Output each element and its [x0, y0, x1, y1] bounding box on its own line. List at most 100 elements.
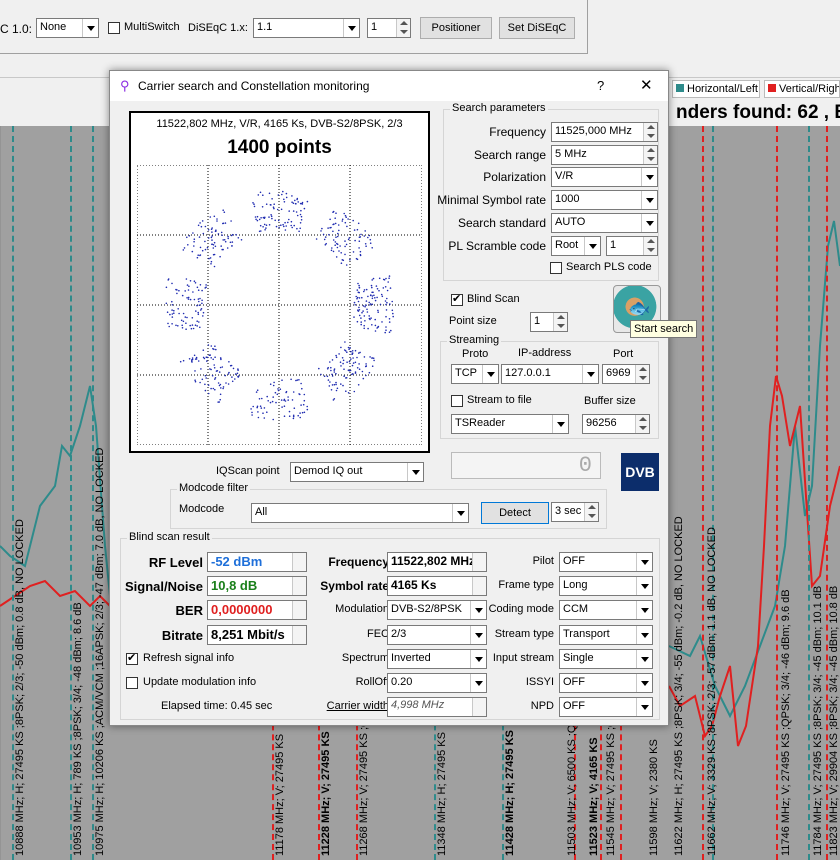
constellation-point [236, 372, 239, 375]
modcode-select[interactable]: All [251, 503, 469, 523]
constellation-point [187, 289, 190, 291]
frame-type-label: Frame type [498, 579, 554, 591]
constellation-point [251, 414, 253, 416]
constellation-point [384, 286, 387, 288]
constellation-point [381, 321, 383, 323]
constellation-point [386, 301, 388, 304]
constellation-point [165, 286, 168, 289]
constellation-point [256, 215, 259, 218]
polarization-select[interactable]: V/R [551, 167, 658, 187]
spin-arrows-icon[interactable] [472, 698, 486, 716]
modulation-select[interactable]: DVB-S2/8PSK [387, 600, 487, 620]
spin-arrows-icon[interactable] [292, 601, 306, 619]
plscramble-spinner[interactable]: 1 [606, 236, 658, 256]
frequency-input[interactable]: 11525,000 MHz [551, 122, 658, 142]
constellation-point [269, 204, 272, 206]
minsr-select[interactable]: 1000 [551, 190, 658, 210]
port-spinner[interactable]: 6969 [602, 364, 650, 384]
constellation-point [197, 313, 200, 316]
detect-seconds-spinner[interactable]: 3 sec [551, 502, 599, 522]
constellation-point [217, 382, 220, 384]
constellation-point [225, 382, 227, 384]
constellation-point [299, 416, 301, 419]
constellation-point [291, 201, 293, 203]
constellation-point [287, 221, 289, 224]
point-size-spinner[interactable]: 1 [530, 312, 568, 332]
constellation-point [330, 389, 333, 391]
standard-select[interactable]: AUTO [551, 213, 658, 233]
spin-arrows-icon[interactable] [643, 123, 657, 141]
multiswitch-checkbox[interactable] [108, 22, 120, 34]
spin-arrows-icon[interactable] [292, 553, 306, 571]
spin-arrows-icon[interactable] [635, 415, 649, 433]
search-pls-checkbox[interactable] [550, 262, 562, 274]
detect-button[interactable]: Detect [481, 502, 549, 524]
constellation-point [171, 300, 173, 303]
constellation-point [214, 230, 217, 233]
buffer-spinner[interactable]: 96256 [582, 414, 650, 434]
stream-type-select[interactable]: Transport [559, 625, 653, 645]
iqscan-select[interactable]: Demod IQ out [290, 462, 424, 482]
constellation-point [371, 291, 373, 294]
reader-select[interactable]: TSReader [451, 414, 569, 434]
constellation-point [361, 311, 363, 314]
blind-scan-checkbox[interactable] [451, 292, 463, 306]
constellation-point [283, 198, 285, 201]
legend-vertical[interactable]: Vertical/Righ [764, 80, 840, 98]
spin-arrows-icon[interactable] [584, 503, 598, 521]
close-icon[interactable]: ✕ [640, 76, 653, 94]
frame-type-select[interactable]: Long [559, 576, 653, 596]
buffer-label: Buffer size [584, 395, 636, 407]
range-input[interactable]: 5 MHz [551, 145, 658, 165]
constellation-panel: 11522,802 MHz, V/R, 4165 Ks, DVB-S2/8PSK… [129, 111, 430, 453]
spin-arrows-icon[interactable] [553, 313, 567, 331]
constellation-point [257, 416, 260, 419]
spin-arrows-icon[interactable] [292, 577, 306, 595]
constellation-point [178, 312, 180, 315]
fec-select[interactable]: 2/3 [387, 625, 487, 645]
spin-arrows-icon[interactable] [635, 365, 649, 383]
plscramble-select[interactable]: Root [551, 236, 601, 256]
constellation-point [282, 190, 284, 193]
spin-arrows-icon[interactable] [292, 626, 306, 644]
constellation-point [276, 393, 279, 396]
proto-select[interactable]: TCP [451, 364, 499, 384]
diseqc1x-spinner[interactable]: 1 [367, 18, 411, 38]
npd-select[interactable]: OFF [559, 697, 653, 717]
spin-arrows-icon[interactable] [396, 19, 410, 37]
constellation-point [367, 295, 369, 298]
help-icon[interactable]: ? [597, 78, 604, 93]
spin-arrows-icon[interactable] [643, 146, 657, 164]
carrier-width-link[interactable]: Carrier width [327, 700, 389, 712]
constellation-point [392, 312, 394, 315]
constellation-point [201, 249, 204, 252]
chevron-down-icon [636, 698, 652, 716]
constellation-point [194, 380, 197, 383]
coding-mode-select[interactable]: CCM [559, 600, 653, 620]
constellation-point [186, 316, 188, 319]
spin-arrows-icon[interactable] [472, 577, 486, 595]
constellation-point [217, 233, 220, 235]
legend-horizontal[interactable]: Horizontal/Left [672, 80, 760, 98]
spin-arrows-icon[interactable] [472, 553, 486, 571]
spectrum-select[interactable]: Inverted [387, 649, 487, 669]
positioner-button[interactable]: Positioner [420, 17, 492, 39]
diseqc10-select[interactable]: None [36, 18, 99, 38]
refresh-signal-checkbox[interactable] [126, 651, 138, 665]
constellation-point [378, 289, 380, 292]
constellation-point [348, 237, 351, 239]
constellation-point [390, 329, 392, 332]
diseqc1x-select[interactable]: 1.1 [253, 18, 360, 38]
ip-select[interactable]: 127.0.0.1 [501, 364, 599, 384]
rolloff-select[interactable]: 0.20 [387, 673, 487, 693]
constellation-point [341, 220, 344, 222]
constellation-point [259, 405, 262, 407]
input-stream-select[interactable]: Single [559, 649, 653, 669]
spin-arrows-icon[interactable] [643, 237, 657, 255]
update-modulation-checkbox[interactable] [126, 677, 138, 689]
set-diseqc-button[interactable]: Set DiSEqC [499, 17, 575, 39]
issyi-select[interactable]: OFF [559, 673, 653, 693]
constellation-point [254, 216, 257, 218]
stream-to-file-checkbox[interactable] [451, 395, 463, 407]
pilot-select[interactable]: OFF [559, 552, 653, 572]
